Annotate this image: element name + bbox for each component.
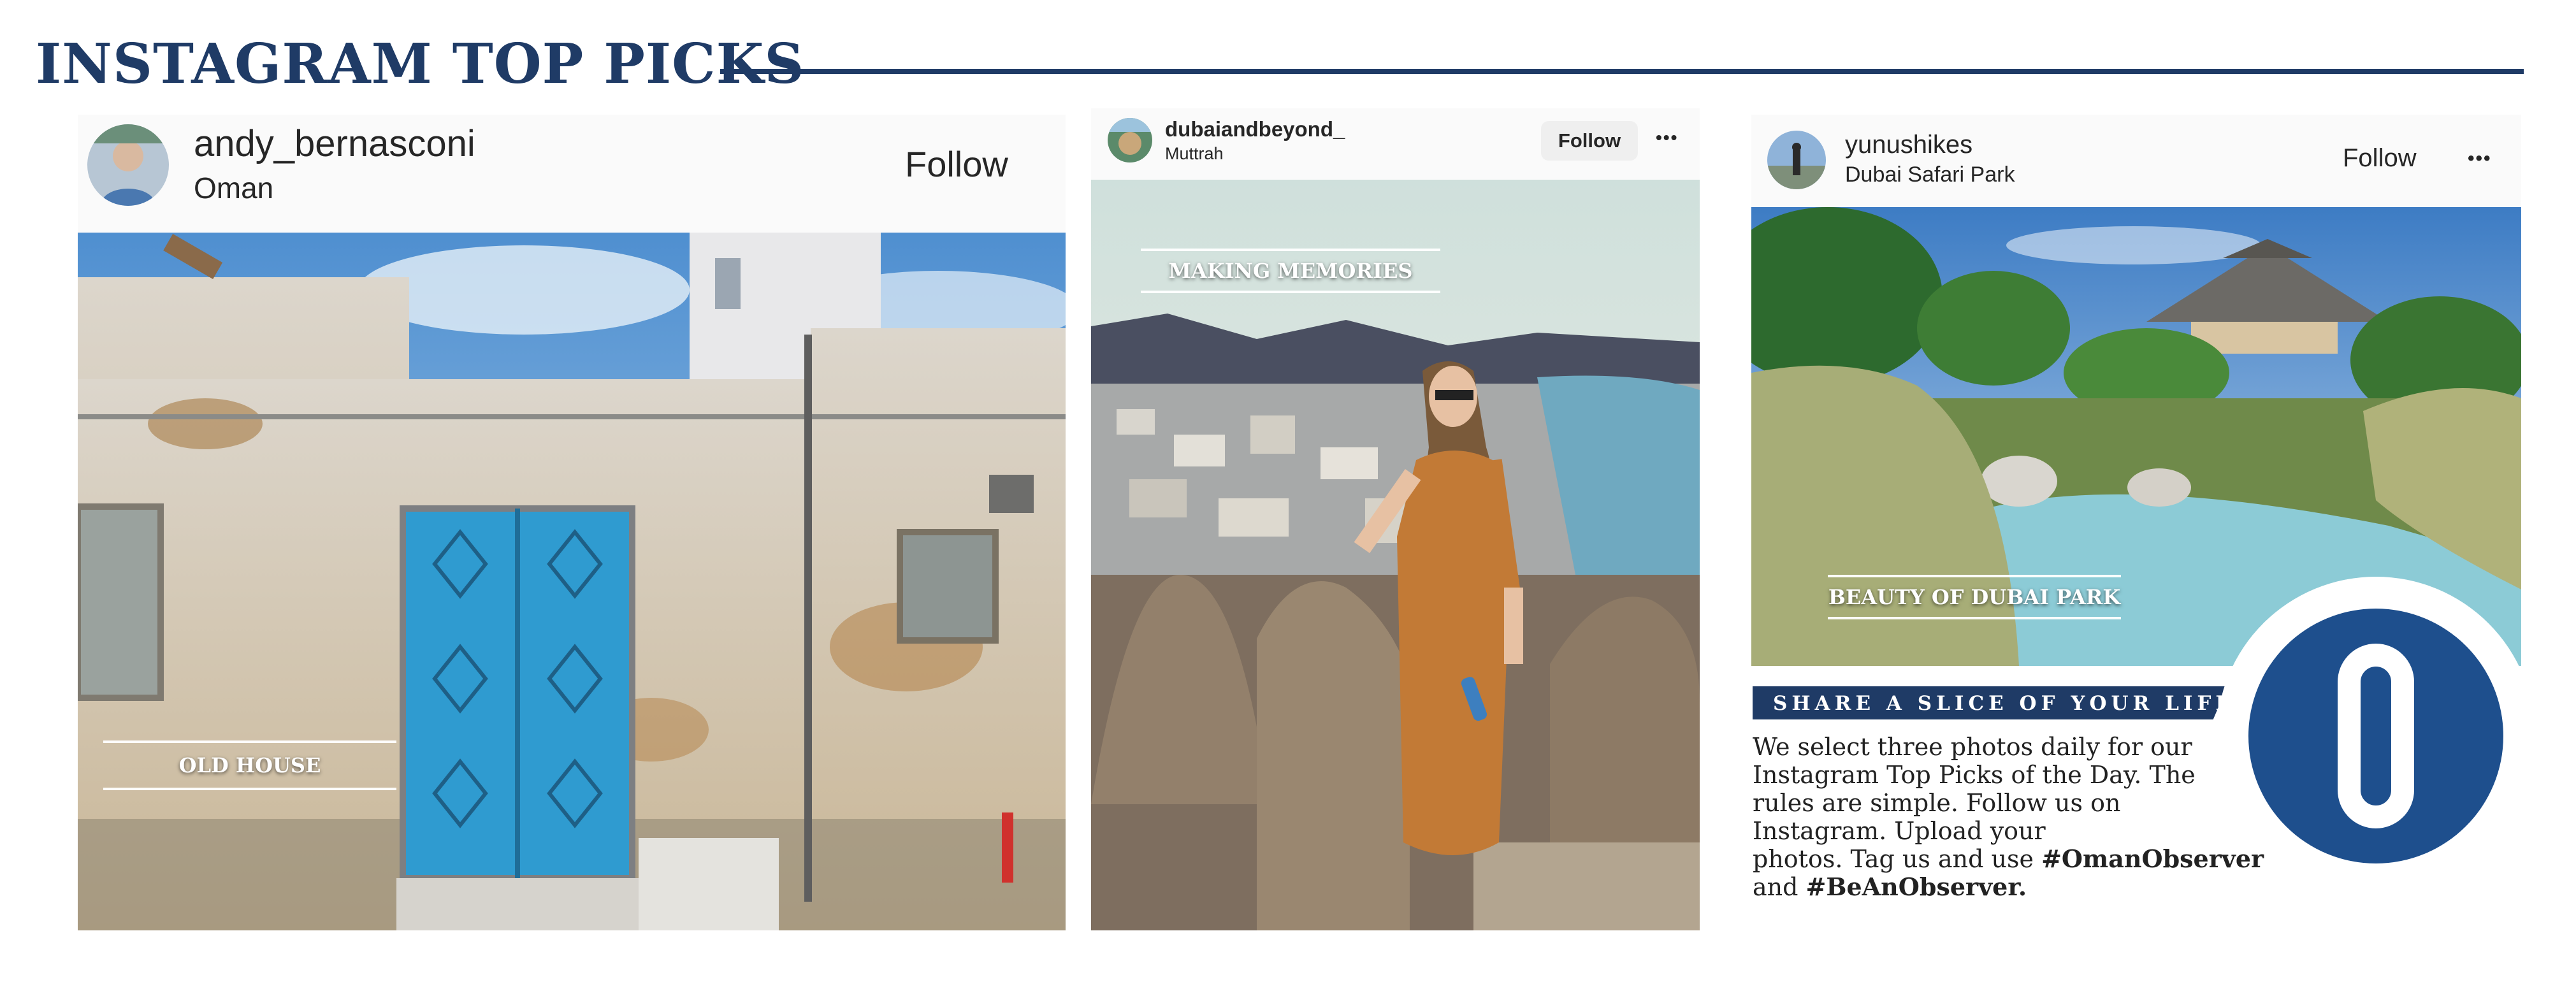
caption-line-bottom xyxy=(103,788,396,790)
post-3-location[interactable]: Dubai Safari Park xyxy=(1845,162,2015,187)
info-line-2: Instagram Top Picks of the Day. The xyxy=(1753,761,2196,789)
post-3-caption-text: BEAUTY OF DUBAI PARK xyxy=(1828,585,2121,609)
post-2-caption-text: MAKING MEMORIES xyxy=(1168,259,1413,283)
page-title: INSTAGRAM TOP PICKS xyxy=(36,32,805,96)
observer-logo-icon xyxy=(2338,644,2414,828)
post-1-avatar[interactable] xyxy=(87,124,169,206)
hashtag-oman-observer[interactable]: #OmanObserver xyxy=(2041,844,2264,873)
post-1-location[interactable]: Oman xyxy=(194,171,273,205)
post-2-follow-label: Follow xyxy=(1558,129,1621,152)
post-1-caption-text: OLD HOUSE xyxy=(178,753,321,777)
post-1-username[interactable]: andy_bernasconi xyxy=(194,122,475,165)
post-1-follow-button[interactable]: Follow xyxy=(905,143,1008,185)
info-line-6-prefix: and xyxy=(1753,873,1806,901)
post-2-follow-button[interactable]: Follow xyxy=(1541,121,1638,161)
info-line-1: We select three photos daily for our xyxy=(1753,733,2192,761)
post-3-username[interactable]: yunushikes xyxy=(1845,131,1972,159)
post-3-caption: BEAUTY OF DUBAI PARK xyxy=(1828,575,2121,619)
post-2-username[interactable]: dubaiandbeyond_ xyxy=(1165,117,1345,141)
post-3-avatar[interactable] xyxy=(1767,131,1826,189)
info-line-5: photos. Tag us and use #OmanObserver xyxy=(1753,844,2282,874)
post-3-more-icon[interactable]: ••• xyxy=(2468,148,2492,170)
info-line-3: rules are simple. Follow us on xyxy=(1753,789,2121,817)
post-2-location[interactable]: Muttrah xyxy=(1165,144,1224,164)
caption-line-top xyxy=(1828,575,2121,577)
post-2-avatar[interactable] xyxy=(1108,118,1152,162)
info-line-4: Instagram. Upload your xyxy=(1753,817,2046,845)
caption-line-bottom xyxy=(1828,617,2121,619)
caption-line-bottom xyxy=(1141,291,1440,293)
hashtag-be-an-observer[interactable]: #BeAnObserver. xyxy=(1806,872,2027,901)
info-line-5-prefix: photos. Tag us and use xyxy=(1753,845,2042,873)
post-2-caption: MAKING MEMORIES xyxy=(1141,249,1440,293)
post-3-follow-button[interactable]: Follow xyxy=(2343,144,2417,173)
post-2-more-icon[interactable]: ••• xyxy=(1656,127,1678,148)
caption-line-top xyxy=(103,740,396,743)
info-body: We select three photos daily for our Ins… xyxy=(1753,733,2282,901)
share-banner-text: SHARE A SLICE OF YOUR LIFE xyxy=(1773,692,2235,715)
post-1-photo[interactable] xyxy=(75,233,1078,930)
caption-line-top xyxy=(1141,249,1440,251)
post-1-caption: OLD HOUSE xyxy=(103,740,396,790)
title-rule xyxy=(720,69,2524,74)
info-line-6: and #BeAnObserver. xyxy=(1753,872,2282,902)
